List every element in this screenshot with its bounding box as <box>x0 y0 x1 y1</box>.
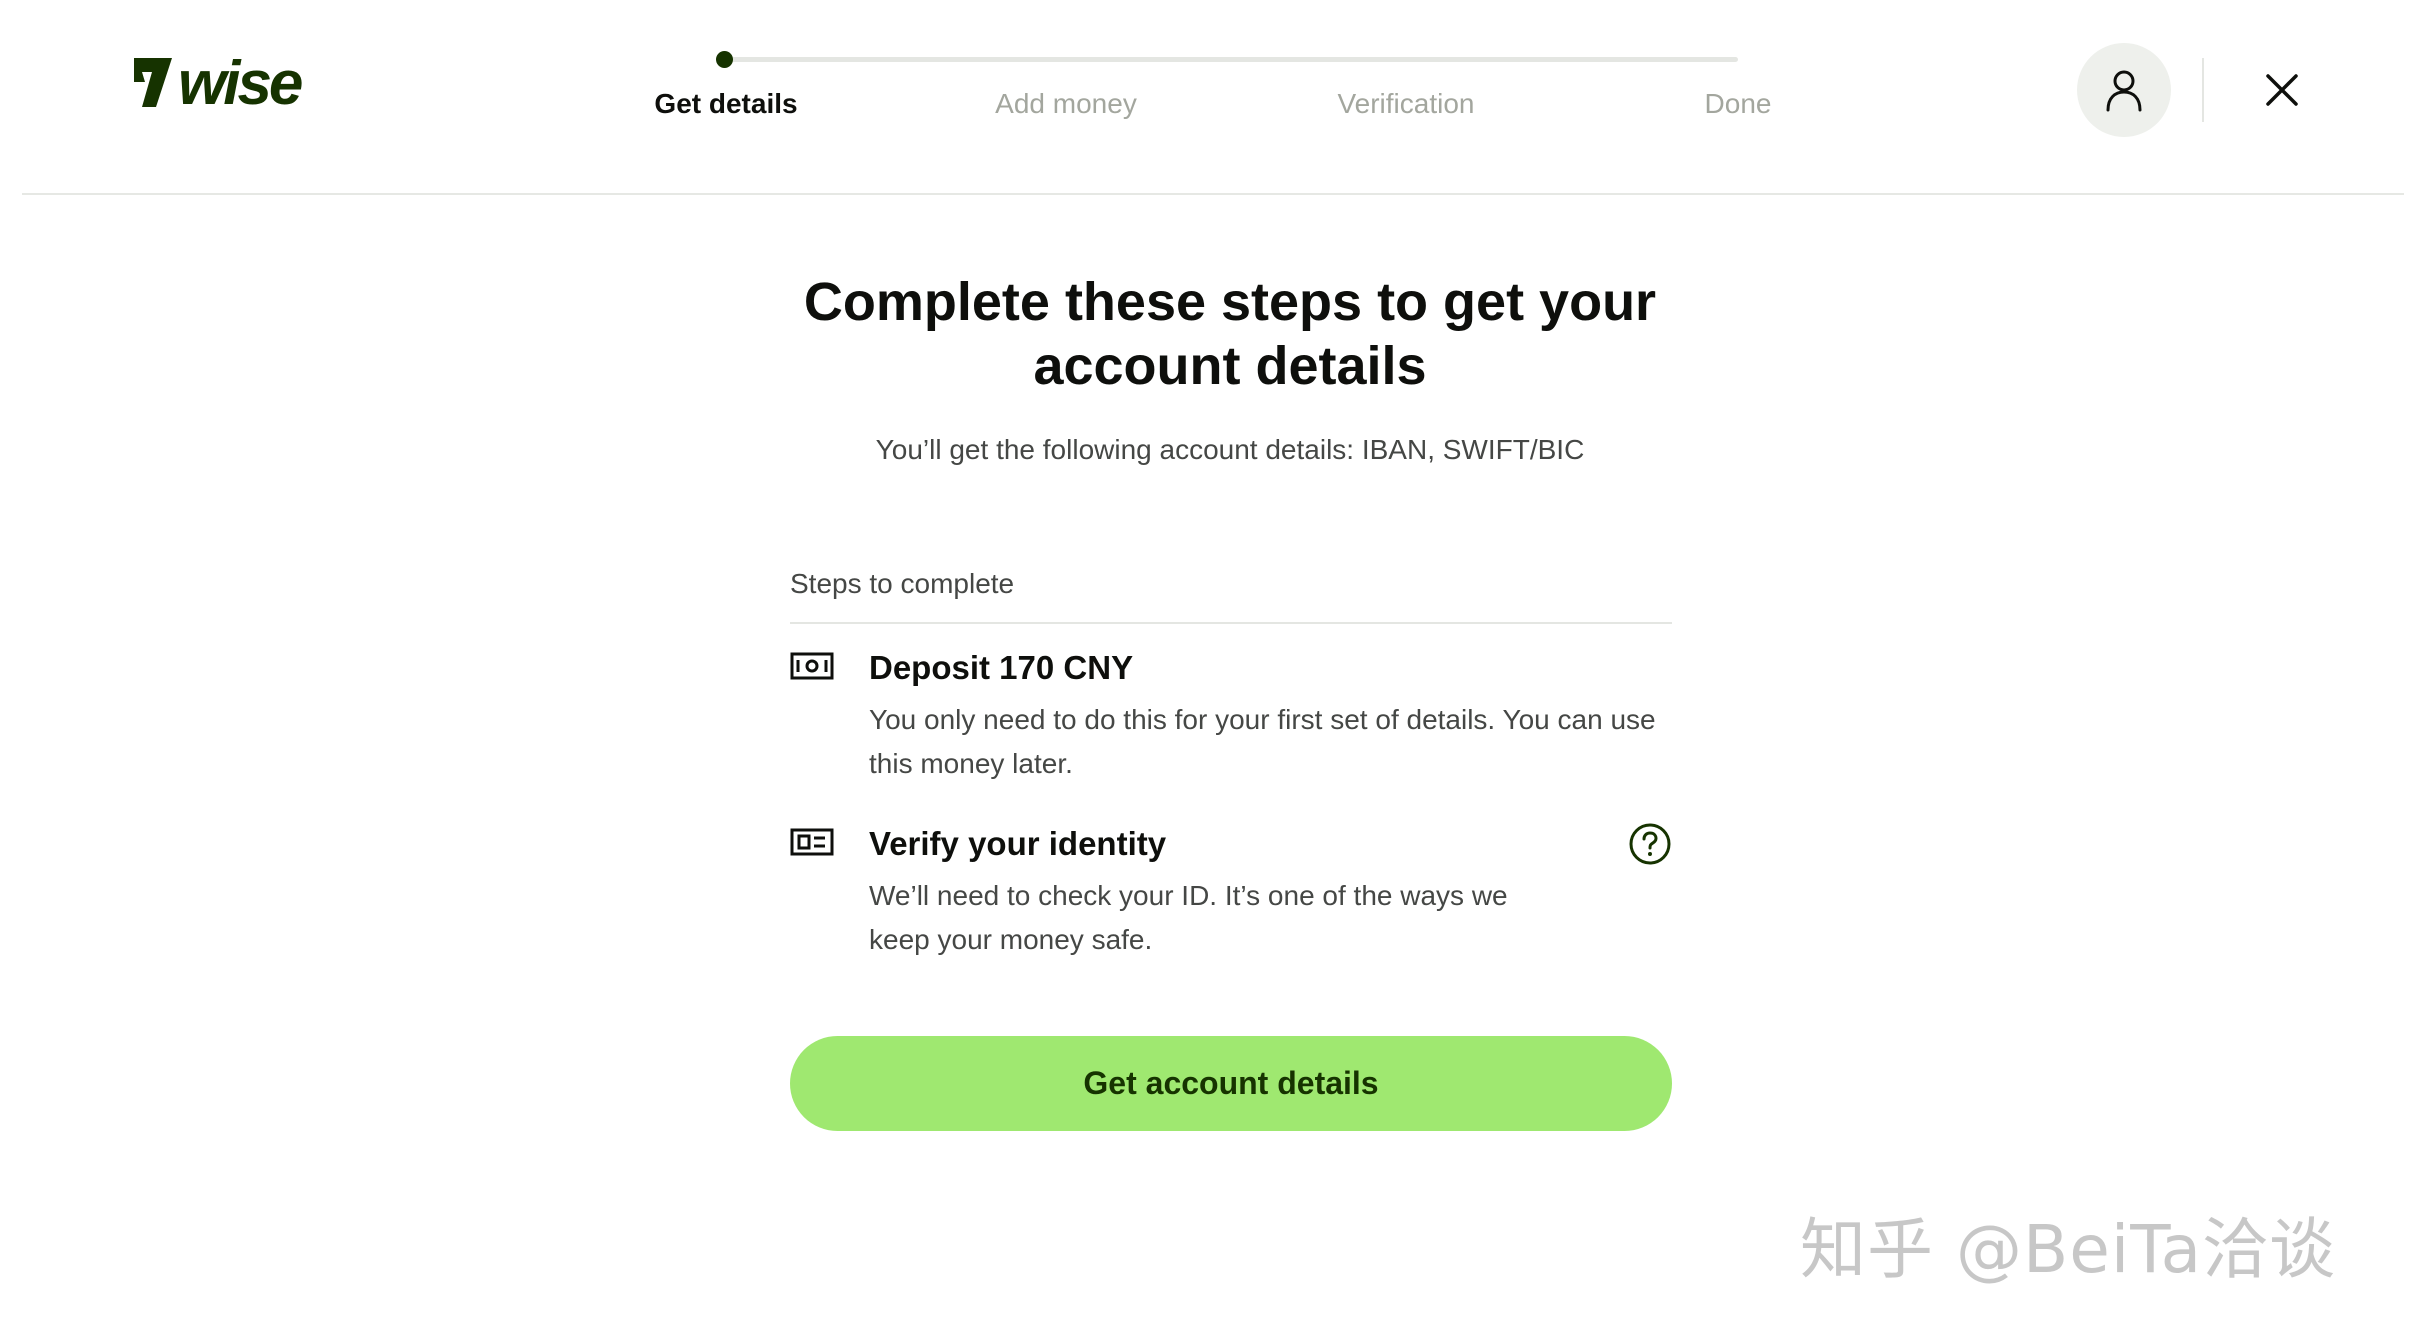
close-button[interactable] <box>2250 58 2314 122</box>
page-title: Complete these steps to get your account… <box>803 272 1657 396</box>
step-verify-identity: Verify your identity We’ll need to check… <box>790 822 1672 962</box>
step-deposit-title: Deposit 170 CNY <box>869 649 1134 686</box>
step-verify-title: Verify your identity <box>869 825 1167 862</box>
get-account-details-button[interactable]: Get account details <box>790 1036 1672 1131</box>
user-icon <box>2106 70 2142 112</box>
svg-text:wise: wise <box>178 52 302 112</box>
wise-logo[interactable]: wise <box>132 52 352 112</box>
header-divider <box>2202 58 2204 122</box>
watermark-text: 知乎 @BeiTa洽谈 <box>1800 1211 2337 1288</box>
step-deposit-description: You only need to do this for your first … <box>869 704 1656 779</box>
step-get-details: Get details <box>654 88 798 119</box>
header-divider-line <box>22 193 2404 195</box>
step-add-money: Add money <box>995 88 1137 119</box>
steps-heading: Steps to complete <box>790 568 1672 624</box>
progress-stepper: Get details Add money Verification Done <box>620 40 1800 130</box>
step-done: Done <box>1704 88 1772 119</box>
steps-panel: Steps to complete Deposit 170 CNY You on… <box>790 568 1672 962</box>
profile-button[interactable] <box>2077 43 2171 137</box>
page-subtitle: You’ll get the following account details… <box>875 434 1585 465</box>
step-verification: Verification <box>1337 88 1475 119</box>
step-deposit: Deposit 170 CNY You only need to do this… <box>790 646 1672 786</box>
step-verify-description: We’ll need to check your ID. It’s one of… <box>869 880 1508 955</box>
banknote-icon <box>790 650 834 682</box>
id-card-icon <box>790 826 834 858</box>
question-circle-icon[interactable] <box>1628 822 1672 866</box>
stepper-track <box>723 57 1738 62</box>
stepper-current-dot <box>716 51 733 68</box>
close-icon <box>2266 74 2298 106</box>
